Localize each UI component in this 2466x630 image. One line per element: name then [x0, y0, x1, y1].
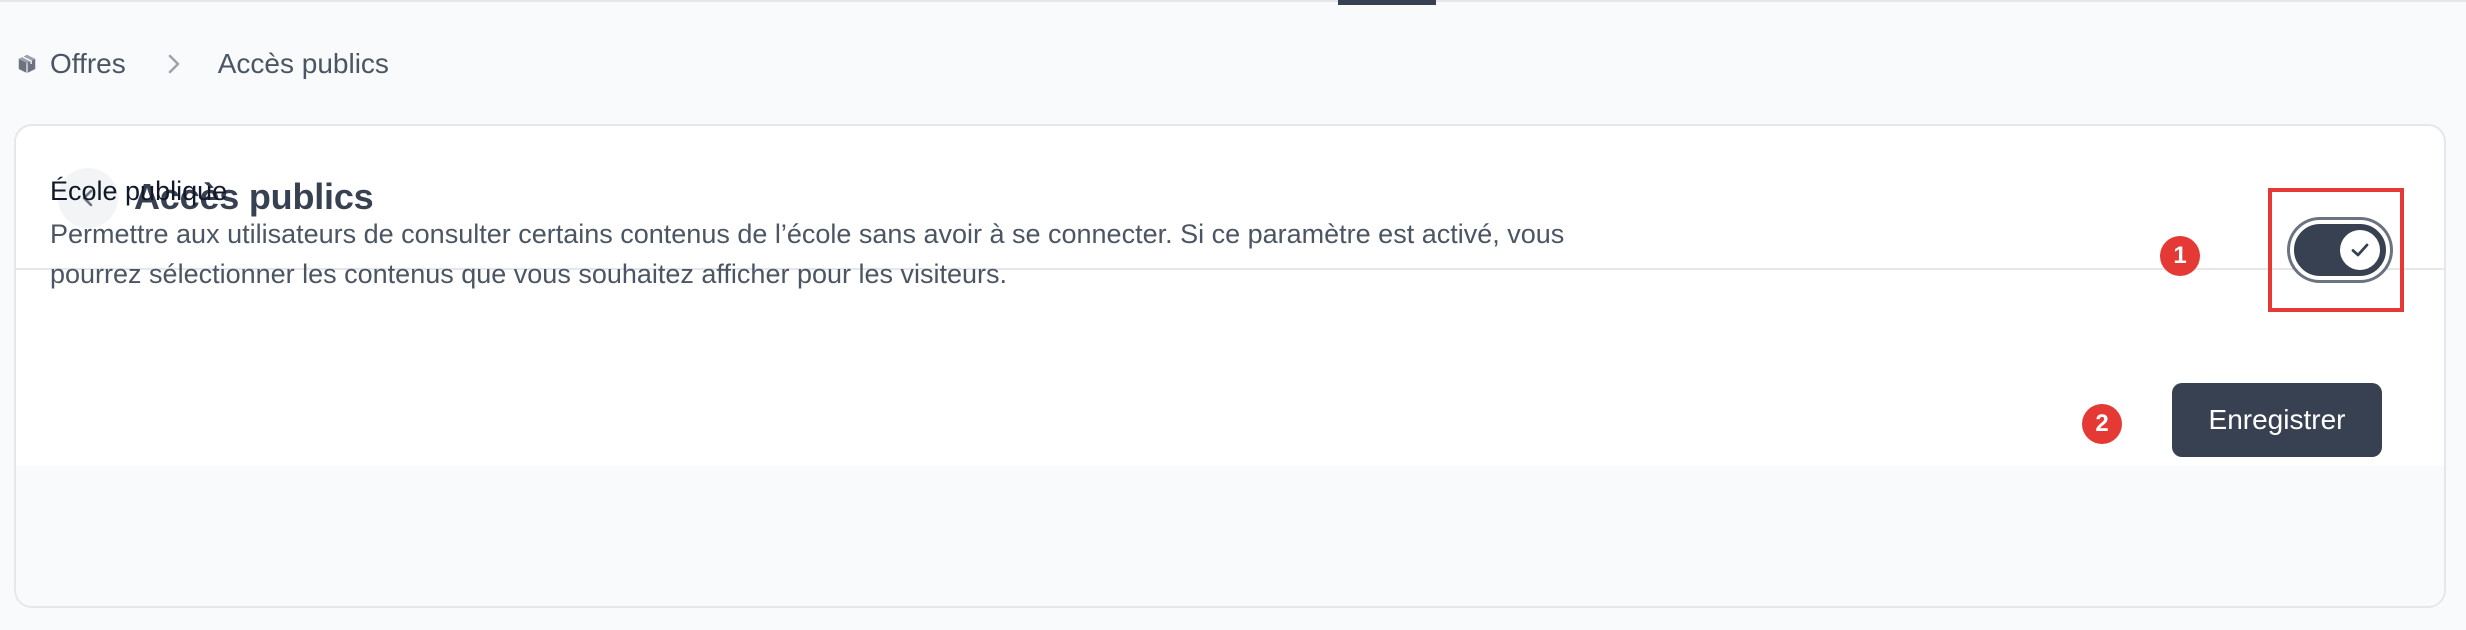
public-school-toggle[interactable]	[2290, 220, 2390, 280]
toggle-knob	[2340, 230, 2380, 270]
card-footer	[16, 466, 2444, 606]
annotation-badge-1: 1	[2160, 236, 2200, 276]
setting-row-ecole-publique	[16, 270, 2444, 466]
settings-card: Accès publics	[14, 124, 2446, 608]
check-icon	[2350, 242, 2370, 258]
breadcrumb-current: Accès publics	[217, 48, 389, 79]
save-button[interactable]: Enregistrer	[2172, 383, 2382, 457]
breadcrumb-offres-link[interactable]: Offres	[14, 48, 126, 80]
breadcrumb: Offres Accès publics	[14, 44, 389, 84]
cube-icon	[14, 51, 40, 77]
active-tab-indicator	[1338, 0, 1436, 5]
top-divider	[0, 0, 2466, 4]
setting-title: École publique	[50, 176, 228, 206]
breadcrumb-offres-label: Offres	[50, 48, 126, 79]
annotation-badge-2: 2	[2082, 404, 2122, 444]
setting-description: Permettre aux utilisateurs de consulter …	[50, 219, 1565, 289]
chevron-right-icon	[166, 53, 182, 75]
